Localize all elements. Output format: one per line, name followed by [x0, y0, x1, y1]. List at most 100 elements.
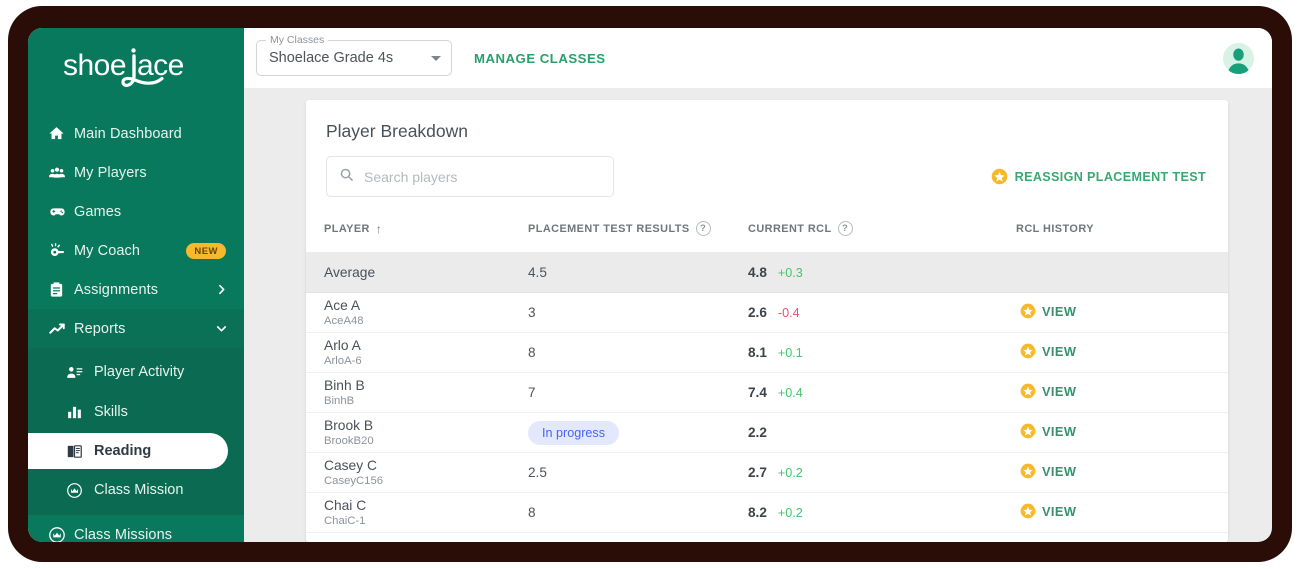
- trending-up-icon: [48, 320, 74, 338]
- view-rcl-history-button[interactable]: VIEW: [1020, 343, 1076, 359]
- avatar[interactable]: [1223, 43, 1254, 74]
- placement-value: 3: [528, 305, 536, 320]
- cell-rcl-history: VIEW: [1016, 493, 1228, 533]
- chevron-down-icon: [215, 322, 228, 335]
- table-row[interactable]: Brook BBrookB20In progress2.2VIEW: [306, 413, 1228, 453]
- crown-circle-icon: [66, 482, 94, 499]
- player-name: Arlo A: [324, 337, 528, 354]
- cell-rcl-history: VIEW: [1016, 453, 1228, 493]
- view-label: VIEW: [1042, 464, 1076, 479]
- player-username: BrookB20: [324, 434, 528, 449]
- table-row[interactable]: Arlo AArloA-688.1+0.1VIEW: [306, 333, 1228, 373]
- search-box[interactable]: [326, 156, 614, 197]
- table-row[interactable]: Casey CCaseyC1562.5 2.7+0.2 VIEW: [306, 453, 1228, 493]
- sidebar-item-class-missions[interactable]: Class Missions: [28, 515, 244, 542]
- column-label-player: PLAYER: [324, 223, 370, 235]
- chevron-down-icon: [431, 56, 441, 61]
- table-row[interactable]: Binh BBinhB77.4+0.4VIEW: [306, 373, 1228, 413]
- view-rcl-history-button[interactable]: VIEW: [1020, 463, 1076, 479]
- table-row[interactable]: Chai CChaiC-188.2+0.2VIEW: [306, 493, 1228, 533]
- rcl-delta: +0.3: [778, 266, 803, 280]
- star-icon: [1020, 423, 1036, 439]
- column-header-rcl-history: RCL HISTORY: [1016, 215, 1228, 253]
- table-header-row: PLAYER ↑ PLACEMENT TEST RESULTS ?: [306, 215, 1228, 253]
- rcl-value: 2.2: [748, 425, 767, 440]
- placement-value: 8: [528, 505, 536, 520]
- sidebar-item-my-players[interactable]: My Players: [28, 153, 244, 192]
- rcl-delta: +0.1: [778, 346, 803, 360]
- view-rcl-history-button[interactable]: VIEW: [1020, 383, 1076, 399]
- sidebar-item-label: Skills: [94, 404, 128, 420]
- sidebar-item-assignments[interactable]: Assignments: [28, 270, 244, 309]
- sidebar-item-reports[interactable]: Reports: [28, 309, 244, 348]
- sidebar-item-my-coach[interactable]: My Coach NEW: [28, 231, 244, 270]
- sidebar-item-label: My Players: [74, 165, 228, 181]
- star-icon: [1020, 383, 1036, 399]
- content-region: Player Breakdown: [244, 88, 1272, 542]
- player-name: Chai C: [324, 497, 528, 514]
- view-rcl-history-button[interactable]: VIEW: [1020, 503, 1076, 519]
- cell-current-rcl: 8.1+0.1: [748, 333, 1016, 373]
- player-username: AceA48: [324, 314, 528, 329]
- sidebar-item-label: Player Activity: [94, 364, 184, 380]
- manage-classes-link[interactable]: MANAGE CLASSES: [474, 51, 606, 66]
- sidebar-item-label: Class Mission: [94, 482, 183, 498]
- person-list-icon: [66, 364, 94, 381]
- help-icon[interactable]: ?: [696, 221, 711, 236]
- main-area: My Classes Shoelace Grade 4s MANAGE CLAS…: [244, 28, 1272, 542]
- sidebar-item-main-dashboard[interactable]: Main Dashboard: [28, 114, 244, 153]
- cell-current-rcl: 7.4+0.4: [748, 373, 1016, 413]
- column-label-rcl-history: RCL HISTORY: [1016, 223, 1094, 235]
- view-rcl-history-button[interactable]: VIEW: [1020, 303, 1076, 319]
- cell-player: Ace AAceA48: [306, 293, 528, 333]
- column-header-current-rcl: CURRENT RCL ?: [748, 215, 1016, 253]
- search-input[interactable]: [364, 169, 601, 185]
- sidebar-item-games[interactable]: Games: [28, 192, 244, 231]
- sidebar-item-label: Games: [74, 204, 228, 220]
- rcl-value: 7.4: [748, 385, 767, 400]
- column-label-placement: PLACEMENT TEST RESULTS: [528, 223, 690, 235]
- player-breakdown-table: PLAYER ↑ PLACEMENT TEST RESULTS ?: [306, 215, 1228, 533]
- player-username: BinhB: [324, 394, 528, 409]
- people-icon: [48, 164, 74, 182]
- table-body: Average4.54.8+0.3Ace AAceA4832.6-0.4VIEW…: [306, 253, 1228, 533]
- placement-value: 2.5: [528, 465, 547, 480]
- player-name: Casey C: [324, 457, 528, 474]
- clipboard-icon: [48, 281, 74, 298]
- star-icon: [991, 168, 1008, 185]
- placement-value: 7: [528, 385, 536, 400]
- table-head: PLAYER ↑ PLACEMENT TEST RESULTS ?: [306, 215, 1228, 253]
- reassign-placement-test-button[interactable]: REASSIGN PLACEMENT TEST: [991, 168, 1208, 185]
- sidebar-item-player-activity[interactable]: Player Activity: [28, 353, 244, 391]
- view-label: VIEW: [1042, 304, 1076, 319]
- bar-chart-icon: [66, 404, 94, 421]
- cell-rcl-history: VIEW: [1016, 293, 1228, 333]
- app-screen: shoe ace Main Dashboard: [28, 28, 1272, 542]
- column-header-player[interactable]: PLAYER ↑: [306, 215, 528, 253]
- cell-player: Arlo AArloA-6: [306, 333, 528, 373]
- sidebar-item-reading[interactable]: Reading: [28, 433, 228, 469]
- app-logo[interactable]: shoe ace: [28, 28, 244, 108]
- player-name: Brook B: [324, 417, 528, 434]
- cell-placement: 8: [528, 333, 748, 373]
- help-icon[interactable]: ?: [838, 221, 853, 236]
- rcl-delta: -0.4: [778, 306, 800, 320]
- cell-current-rcl: 2.7+0.2: [748, 453, 1016, 493]
- player-name: Ace A: [324, 297, 528, 314]
- view-rcl-history-button[interactable]: VIEW: [1020, 423, 1076, 439]
- sidebar-item-skills[interactable]: Skills: [28, 393, 244, 431]
- sort-ascending-icon: ↑: [376, 222, 382, 236]
- sidebar-item-label: Reports: [74, 321, 215, 337]
- rcl-value: 4.8: [748, 265, 767, 280]
- table-row[interactable]: Average4.54.8+0.3: [306, 253, 1228, 293]
- sidebar-item-class-mission[interactable]: Class Mission: [28, 471, 244, 509]
- cell-player: Casey CCaseyC156: [306, 453, 528, 493]
- cell-player: Average: [306, 253, 528, 293]
- class-select[interactable]: My Classes Shoelace Grade 4s: [256, 40, 452, 76]
- view-label: VIEW: [1042, 424, 1076, 439]
- table-row[interactable]: Ace AAceA4832.6-0.4VIEW: [306, 293, 1228, 333]
- cell-player: Chai CChaiC-1: [306, 493, 528, 533]
- player-breakdown-card: Player Breakdown: [306, 100, 1228, 542]
- rcl-delta: +0.2: [778, 506, 803, 520]
- cell-rcl-history: [1016, 253, 1228, 293]
